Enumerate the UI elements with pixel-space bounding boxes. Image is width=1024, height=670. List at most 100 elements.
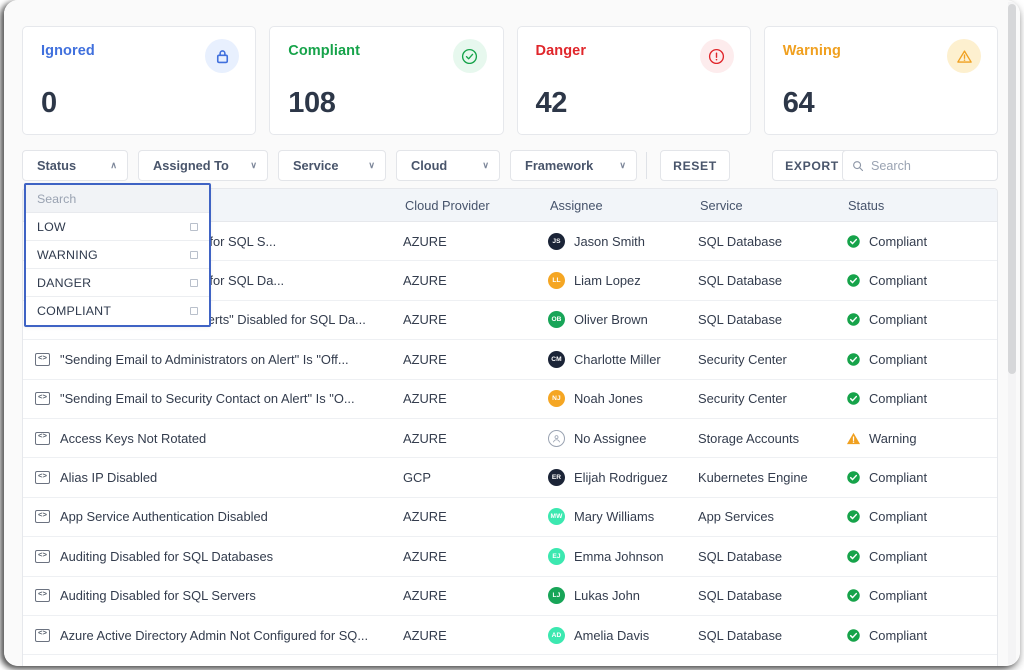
chevron-up-icon: ∧ [110, 160, 117, 170]
cell-assignee: AD Amelia Davis [548, 626, 698, 644]
reset-button[interactable]: RESET [660, 150, 730, 181]
search-icon [852, 160, 864, 172]
cell-assignee: NJ Noah Jones [548, 390, 698, 408]
dropdown-option-checkbox[interactable] [190, 222, 198, 231]
cell-service: Kubernetes Engine [698, 470, 808, 486]
app-viewport: Ignored 0 Compliant 108 Danger 42 Warning 64 Fr… [4, 0, 1020, 666]
cell-cloud-provider: GCP [403, 470, 431, 486]
kpi-card-row: Ignored 0 Compliant 108 Danger 42 Warning 64 [22, 26, 998, 135]
chevron-down-icon: ∨ [368, 160, 375, 170]
filter-button-status[interactable]: Status ∧ [22, 150, 128, 181]
cell-status: Compliant [846, 273, 986, 288]
filter-button-label: Cloud [411, 158, 448, 173]
table-row[interactable]: <> Auditing Disabled for SQL Servers AZURE… [23, 577, 997, 616]
status-badge: Compliant [869, 391, 928, 407]
avatar: NJ [548, 390, 565, 408]
status-badge: Compliant [869, 233, 928, 249]
alert-circle-icon [699, 39, 734, 73]
code-icon: <> [35, 352, 50, 366]
kpi-card-ignored[interactable]: Ignored 0 [22, 26, 257, 135]
filter-button-framework[interactable]: Framework ∨ [510, 150, 637, 181]
lock-icon [205, 39, 240, 73]
assignee-name-text: Lukas John [574, 588, 640, 604]
cell-finding-name: <> Auditing Disabled for SQL Databases [23, 549, 403, 564]
cell-status: Warning [846, 431, 986, 446]
status-compliant-icon [846, 628, 861, 643]
dropdown-option-checkbox[interactable] [190, 250, 198, 259]
code-icon: <> [35, 431, 50, 445]
status-badge: Compliant [869, 351, 928, 367]
cell-finding-name: <> Auditing Disabled for SQL Servers [23, 588, 403, 603]
status-badge: Warning [869, 430, 917, 446]
cell-service: Security Center [698, 351, 787, 367]
filter-toolbar: Framework ∨ Cloud ∨ Service ∨ Assigned To ∨ Stat… [22, 150, 998, 181]
filter-button-service[interactable]: Service ∨ [278, 150, 386, 181]
filter-button-assigned-to[interactable]: Assigned To ∨ [138, 150, 268, 181]
cell-cloud-provider: AZURE [403, 312, 447, 328]
avatar: EJ [548, 547, 565, 565]
vertical-scrollbar-thumb[interactable] [1008, 4, 1016, 374]
dropdown-option-checkbox[interactable] [190, 278, 198, 287]
dropdown-search-input[interactable] [37, 191, 198, 206]
cell-finding-name: <> "Sending Email to Security Contact on … [23, 391, 403, 406]
table-row[interactable]: <> Auditing Disabled for SQL Databases AZU… [23, 537, 997, 577]
table-row[interactable]: <> "Sending Email to Security Contact on … [23, 380, 997, 419]
device-frame: Ignored 0 Compliant 108 Danger 42 Warning 64 Fr… [4, 0, 1020, 666]
status-filter-dropdown[interactable]: LOW WARNING DANGER COMPLIANT [24, 183, 211, 327]
cell-assignee: ER Elijah Rodriguez [548, 469, 698, 487]
dropdown-option-danger[interactable]: DANGER [26, 269, 209, 297]
filter-button-label: Assigned To [153, 158, 229, 173]
filter-button-label: Service [293, 158, 339, 173]
column-header-assignee[interactable]: Assignee [548, 198, 698, 213]
table-row[interactable]: <> App Service Authentication Disabled AZU… [23, 498, 997, 538]
status-compliant-icon [846, 273, 861, 288]
export-button[interactable]: EXPORT [772, 150, 852, 181]
avatar: JS [548, 232, 565, 250]
column-header-status[interactable]: Status [846, 198, 986, 213]
status-compliant-icon [846, 312, 861, 327]
dropdown-search-row[interactable] [26, 185, 209, 213]
dropdown-option-checkbox[interactable] [190, 307, 198, 315]
cell-assignee: OB Oliver Brown [548, 311, 698, 329]
cell-finding-name: <> Access Keys Not Rotated [23, 431, 403, 446]
search-input[interactable] [871, 158, 988, 173]
kpi-card-value: 42 [535, 87, 568, 119]
column-header-cloud[interactable]: Cloud Provider [403, 198, 548, 213]
kpi-card-danger[interactable]: Danger 42 [516, 26, 751, 135]
chevron-down-icon: ∨ [482, 160, 489, 170]
table-row[interactable]: <> "Sending Email to Administrators on Al… [23, 340, 997, 380]
finding-name-text: Azure Active Directory Admin Not Configu… [60, 627, 369, 643]
dropdown-option-warning[interactable]: WARNING [26, 241, 209, 269]
cell-cloud-provider: AZURE [403, 548, 447, 564]
dropdown-option-low[interactable]: LOW [26, 213, 209, 241]
cell-finding-name: <> "Sending Email to Administrators on Al… [23, 352, 403, 367]
cell-status: Compliant [846, 352, 986, 367]
cell-service: Storage Accounts [698, 430, 800, 446]
kpi-card-compliant[interactable]: Compliant 108 [269, 26, 504, 135]
filter-button-cloud[interactable]: Cloud ∨ [396, 150, 500, 181]
table-row[interactable]: <> Azure Active Directory Admin Not Confi… [23, 616, 997, 656]
cell-status: Compliant [846, 509, 986, 524]
cell-status: Compliant [846, 312, 986, 327]
export-button-label: EXPORT [785, 158, 839, 173]
avatar: LJ [548, 587, 565, 605]
status-compliant-icon [846, 470, 861, 485]
assignee-name-text: Charlotte Miller [574, 351, 661, 367]
kpi-card-warning[interactable]: Warning 64 [763, 26, 998, 135]
assignee-name-text: Mary Williams [574, 509, 655, 525]
dropdown-option-compliant[interactable]: COMPLIANT [26, 297, 209, 325]
dropdown-option-list: LOW WARNING DANGER COMPLIANT [26, 213, 209, 325]
assignee-name-text: Emma Johnson [574, 548, 664, 564]
finding-name-text: Alias IP Disabled [60, 470, 158, 486]
cell-status: Compliant [846, 588, 986, 603]
code-icon: <> [35, 589, 50, 603]
column-header-service[interactable]: Service [698, 198, 846, 213]
table-row[interactable]: <> Alias IP Disabled GCP ER Elijah Rodriguez… [23, 458, 997, 498]
filter-button-label: Framework [525, 158, 594, 173]
cell-assignee: LJ Lukas John [548, 587, 698, 605]
cell-cloud-provider: AZURE [403, 391, 447, 407]
finding-name-text: Auditing Disabled for SQL Databases [60, 548, 274, 564]
cell-assignee: No Assignee [548, 429, 698, 447]
table-search-box[interactable] [842, 150, 998, 181]
table-row[interactable]: <> Access Keys Not Rotated AZURE No Assigne… [23, 419, 997, 459]
